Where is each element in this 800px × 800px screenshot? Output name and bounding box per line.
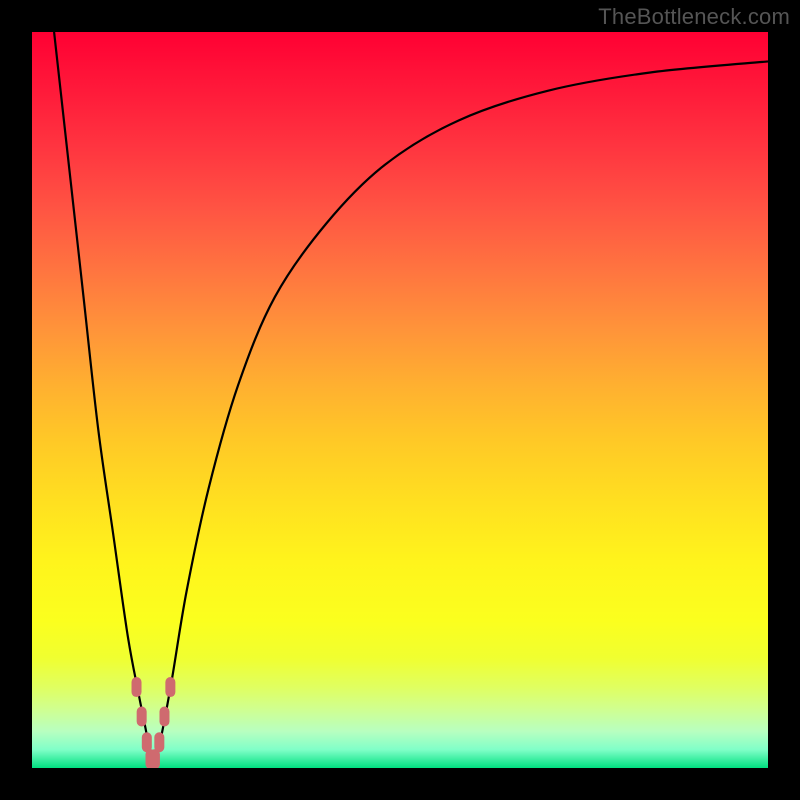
- marker-point: [159, 706, 169, 726]
- marker-cluster: [132, 677, 176, 768]
- chart-frame: TheBottleneck.com: [0, 0, 800, 800]
- marker-point: [165, 677, 175, 697]
- right-branch-curve: [153, 61, 768, 768]
- marker-point: [132, 677, 142, 697]
- marker-point: [154, 732, 164, 752]
- marker-point: [137, 706, 147, 726]
- curve-layer: [32, 32, 768, 768]
- watermark-text: TheBottleneck.com: [598, 4, 790, 30]
- left-branch-curve: [54, 32, 153, 768]
- plot-area: [32, 32, 768, 768]
